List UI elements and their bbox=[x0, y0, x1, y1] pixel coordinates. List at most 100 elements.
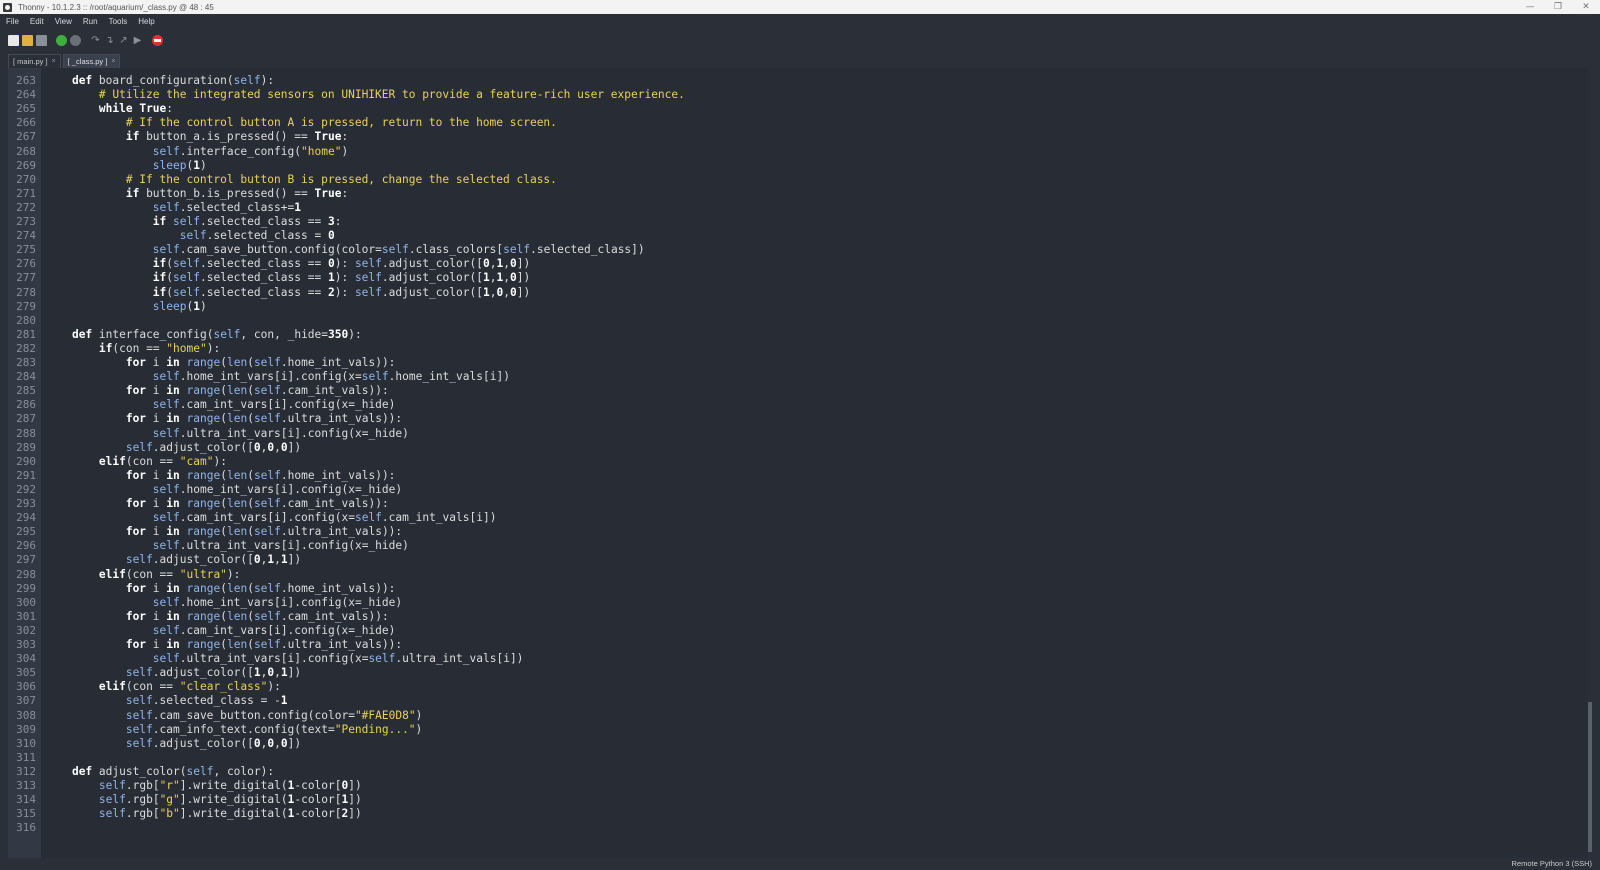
code-line[interactable]: 295 for i in range(len(self.ultra_int_va… bbox=[16, 525, 1592, 539]
code-line[interactable]: 265 while True: bbox=[16, 102, 1592, 116]
code-line[interactable]: 272 self.selected_class+=1 bbox=[16, 201, 1592, 215]
code-line[interactable]: 274 self.selected_class = 0 bbox=[16, 229, 1592, 243]
menu-run[interactable]: Run bbox=[83, 17, 98, 26]
tab-close-icon[interactable]: × bbox=[111, 58, 115, 65]
open-file-icon[interactable] bbox=[22, 34, 33, 46]
code-line[interactable]: 309 self.cam_info_text.config(text="Pend… bbox=[16, 723, 1592, 737]
code-line[interactable]: 316 bbox=[16, 821, 1592, 835]
interpreter-status[interactable]: Remote Python 3 (SSH) bbox=[1512, 858, 1592, 870]
menu-file[interactable]: File bbox=[6, 17, 19, 26]
code-line[interactable]: 267 if button_a.is_pressed() == True: bbox=[16, 130, 1592, 144]
line-number: 288 bbox=[16, 426, 36, 440]
stop-icon[interactable] bbox=[152, 34, 163, 46]
code-line[interactable]: 276 if(self.selected_class == 0): self.a… bbox=[16, 257, 1592, 271]
line-number: 299 bbox=[16, 581, 36, 595]
code-line[interactable]: 281 def interface_config(self, con, _hid… bbox=[16, 328, 1592, 342]
debug-icon[interactable] bbox=[70, 34, 81, 46]
menu-edit[interactable]: Edit bbox=[30, 17, 44, 26]
run-icon[interactable] bbox=[56, 34, 67, 46]
code-line[interactable]: 279 sleep(1) bbox=[16, 300, 1592, 314]
code-editor[interactable]: 263 def board_configuration(self): 264 # … bbox=[8, 68, 1592, 858]
code-line[interactable]: 308 self.cam_save_button.config(color="#… bbox=[16, 709, 1592, 723]
code-line[interactable]: 282 if(con == "home"): bbox=[16, 342, 1592, 356]
code-line[interactable]: 283 for i in range(len(self.home_int_val… bbox=[16, 356, 1592, 370]
code-line[interactable]: 304 self.ultra_int_vars[i].config(x=self… bbox=[16, 652, 1592, 666]
code-line[interactable]: 289 self.adjust_color([0,0,0]) bbox=[16, 441, 1592, 455]
code-line[interactable]: 298 elif(con == "ultra"): bbox=[16, 568, 1592, 582]
code-line[interactable]: 314 self.rgb["g"].write_digital(1-color[… bbox=[16, 793, 1592, 807]
code-line[interactable]: 306 elif(con == "clear_class"): bbox=[16, 680, 1592, 694]
resume-icon[interactable]: ▶ bbox=[132, 35, 143, 46]
line-number: 315 bbox=[16, 807, 36, 821]
code-line[interactable]: 307 self.selected_class = -1 bbox=[16, 694, 1592, 708]
code-line[interactable]: 278 if(self.selected_class == 2): self.a… bbox=[16, 286, 1592, 300]
step-over-icon[interactable]: ↷ bbox=[90, 35, 101, 46]
code-text: self.cam_int_vars[i].config(x=_hide) bbox=[152, 398, 396, 412]
restore-button[interactable]: ❐ bbox=[1544, 0, 1572, 14]
code-line[interactable]: 288 self.ultra_int_vars[i].config(x=_hid… bbox=[16, 427, 1592, 441]
code-line[interactable]: 305 self.adjust_color([1,0,1]) bbox=[16, 666, 1592, 680]
title-bar: Thonny - 10.1.2.3 :: /root/aquarium/_cla… bbox=[0, 0, 1600, 14]
code-line[interactable]: 285 for i in range(len(self.cam_int_vals… bbox=[16, 384, 1592, 398]
code-line[interactable]: 292 self.home_int_vars[i].config(x=_hide… bbox=[16, 483, 1592, 497]
code-line[interactable]: 296 self.ultra_int_vars[i].config(x=_hid… bbox=[16, 539, 1592, 553]
minimize-button[interactable]: — bbox=[1516, 0, 1544, 14]
code-text: self.home_int_vars[i].config(x=_hide) bbox=[152, 595, 403, 609]
thonny-logo-icon bbox=[3, 2, 12, 12]
close-button[interactable]: ✕ bbox=[1572, 0, 1600, 14]
code-text: self.rgb["b"].write_digital(1-color[2]) bbox=[98, 807, 362, 821]
code-line[interactable]: 291 for i in range(len(self.home_int_val… bbox=[16, 469, 1592, 483]
toolbar: ↷ ↴ ↗ ▶ bbox=[0, 29, 1600, 51]
code-line[interactable]: 299 for i in range(len(self.home_int_val… bbox=[16, 582, 1592, 596]
menu-tools[interactable]: Tools bbox=[109, 17, 128, 26]
step-out-icon[interactable]: ↗ bbox=[118, 35, 129, 46]
code-line[interactable]: 293 for i in range(len(self.cam_int_vals… bbox=[16, 497, 1592, 511]
tab-close-icon[interactable]: × bbox=[52, 58, 56, 65]
code-line[interactable]: 312 def adjust_color(self, color): bbox=[16, 765, 1592, 779]
code-line[interactable]: 313 self.rgb["r"].write_digital(1-color[… bbox=[16, 779, 1592, 793]
line-number: 272 bbox=[16, 200, 36, 214]
code-line[interactable]: 271 if button_b.is_pressed() == True: bbox=[16, 187, 1592, 201]
menu-help[interactable]: Help bbox=[138, 17, 154, 26]
code-line[interactable]: 270 # If the control button B is pressed… bbox=[16, 173, 1592, 187]
code-line[interactable]: 294 self.cam_int_vars[i].config(x=self.c… bbox=[16, 511, 1592, 525]
code-text: for i in range(len(self.cam_int_vals)): bbox=[125, 609, 389, 623]
line-number: 287 bbox=[16, 412, 36, 426]
code-line[interactable]: 310 self.adjust_color([0,0,0]) bbox=[16, 737, 1592, 751]
code-line[interactable]: 303 for i in range(len(self.ultra_int_va… bbox=[16, 638, 1592, 652]
menu-view[interactable]: View bbox=[55, 17, 72, 26]
code-area[interactable]: 263 def board_configuration(self): 264 # … bbox=[16, 68, 1592, 858]
code-line[interactable]: 284 self.home_int_vars[i].config(x=self.… bbox=[16, 370, 1592, 384]
code-line[interactable]: 273 if self.selected_class == 3: bbox=[16, 215, 1592, 229]
code-line[interactable]: 301 for i in range(len(self.cam_int_vals… bbox=[16, 609, 1592, 624]
code-line[interactable]: 263 def board_configuration(self): bbox=[16, 74, 1592, 88]
scrollbar-thumb[interactable] bbox=[1588, 702, 1592, 852]
code-line[interactable]: 275 self.cam_save_button.config(color=se… bbox=[16, 243, 1592, 257]
editor-scrollbar[interactable] bbox=[1588, 68, 1592, 858]
save-file-icon[interactable] bbox=[36, 34, 47, 46]
step-into-icon[interactable]: ↴ bbox=[104, 35, 115, 46]
code-text: self.selected_class = 0 bbox=[179, 229, 335, 243]
code-line[interactable]: 287 for i in range(len(self.ultra_int_va… bbox=[16, 412, 1592, 426]
code-line[interactable]: 264 # Utilize the integrated sensors on … bbox=[16, 88, 1592, 102]
code-line[interactable]: 300 self.home_int_vars[i].config(x=_hide… bbox=[16, 595, 1592, 610]
editor-tabs: [ main.py ] × [ _class.py ] × bbox=[0, 51, 1600, 68]
code-text: self.home_int_vars[i].config(x=self.home… bbox=[152, 370, 510, 384]
new-file-icon[interactable] bbox=[8, 34, 19, 46]
code-line[interactable]: 269 sleep(1) bbox=[16, 159, 1592, 173]
code-line[interactable]: 280 bbox=[16, 314, 1592, 328]
code-text: while True: bbox=[98, 102, 174, 116]
code-line[interactable]: 311 bbox=[16, 751, 1592, 765]
code-line[interactable]: 277 if(self.selected_class == 1): self.a… bbox=[16, 271, 1592, 285]
line-number: 266 bbox=[16, 116, 36, 130]
code-line[interactable]: 302 self.cam_int_vars[i].config(x=_hide) bbox=[16, 624, 1592, 638]
tab-class-py[interactable]: [ _class.py ] × bbox=[62, 54, 121, 68]
code-line[interactable]: 268 self.interface_config("home") bbox=[16, 145, 1592, 159]
code-line[interactable]: 290 elif(con == "cam"): bbox=[16, 455, 1592, 469]
code-line[interactable]: 266 # If the control button A is pressed… bbox=[16, 116, 1592, 130]
code-line[interactable]: 297 self.adjust_color([0,1,1]) bbox=[16, 553, 1592, 567]
line-number: 263 bbox=[16, 74, 36, 87]
code-line[interactable]: 286 self.cam_int_vars[i].config(x=_hide) bbox=[16, 398, 1592, 412]
tab-main-py[interactable]: [ main.py ] × bbox=[8, 54, 61, 68]
code-line[interactable]: 315 self.rgb["b"].write_digital(1-color[… bbox=[16, 807, 1592, 821]
